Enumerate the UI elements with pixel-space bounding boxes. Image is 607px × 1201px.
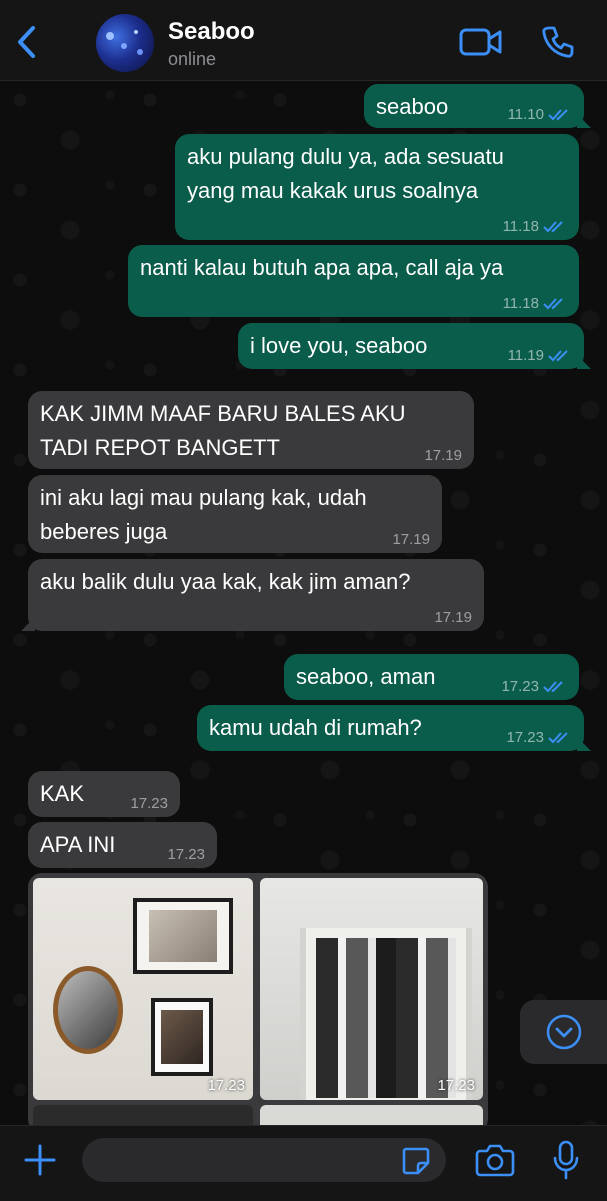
message-bubble-incoming[interactable]: aku balik dulu yaa kak, kak jim aman? 17… (21, 559, 484, 631)
message-time: 11.18 (502, 295, 539, 312)
message-time: 17.19 (434, 609, 472, 626)
double-check-icon (548, 109, 568, 121)
message-text: ini aku lagi mau pulang kak, udah bebere… (40, 485, 367, 544)
camera-button[interactable] (472, 1140, 518, 1180)
sticker-icon (402, 1147, 430, 1175)
double-check-icon (543, 681, 563, 693)
video-call-icon (459, 28, 502, 56)
phone-icon (542, 26, 574, 58)
message-bubble-outgoing[interactable]: seaboo, aman 17.23 (284, 654, 579, 700)
message-bubble-outgoing[interactable]: seaboo 11.10 (364, 84, 591, 128)
sticker-button[interactable] (398, 1144, 434, 1178)
attach-button[interactable] (18, 1138, 62, 1182)
message-input[interactable] (82, 1138, 446, 1182)
message-meta: 11.19 (508, 347, 572, 365)
message-meta: 11.10 (508, 106, 572, 124)
message-text: aku pulang dulu ya, ada sesuatu yang mau… (187, 144, 504, 203)
oval-frame (53, 966, 123, 1054)
message-time: 17.23 (167, 846, 205, 863)
message-bubble-incoming[interactable]: ini aku lagi mau pulang kak, udah bebere… (28, 475, 442, 553)
message-text: KAK JIMM MAAF BARU BALES AKU TADI REPOT … (40, 401, 406, 460)
message-text: aku balik dulu yaa kak, kak jim aman? (40, 569, 411, 594)
photo-time: 17.23 (437, 1077, 475, 1094)
microphone-icon (553, 1140, 579, 1180)
plus-icon (24, 1144, 56, 1176)
microphone-button[interactable] (546, 1138, 586, 1182)
message-meta: 11.18 (503, 218, 567, 236)
message-meta: 17.19 (392, 531, 430, 549)
clothes (316, 938, 456, 1098)
image-album[interactable]: 17.23 17.23 (28, 873, 488, 1133)
message-text: nanti kalau butuh apa apa, call aja ya (140, 255, 504, 280)
contact-status: online (168, 49, 217, 69)
message-time: 11.18 (502, 218, 539, 235)
double-check-icon (543, 298, 563, 310)
drawer (300, 928, 472, 1100)
picture-frame (133, 898, 233, 974)
message-time: 11.19 (507, 347, 544, 364)
message-bubble-incoming[interactable]: KAK JIMM MAAF BARU BALES AKU TADI REPOT … (28, 391, 474, 469)
frame-photo (161, 1010, 203, 1064)
message-time: 17.23 (130, 795, 168, 812)
video-call-button[interactable] (456, 22, 506, 62)
message-time: 11.10 (507, 106, 544, 123)
voice-call-button[interactable] (536, 22, 580, 62)
message-bubble-outgoing[interactable]: aku pulang dulu ya, ada sesuatu yang mau… (175, 134, 579, 240)
message-meta: 17.23 (501, 678, 567, 696)
message-meta: 17.23 (167, 846, 205, 864)
composer-bar (0, 1125, 607, 1201)
camera-icon (475, 1144, 515, 1177)
photo-time: 17.23 (207, 1077, 245, 1094)
message-meta: 11.18 (503, 295, 567, 313)
message-bubble-outgoing[interactable]: i love you, seaboo 11.19 (238, 323, 591, 369)
photo-thumbnail[interactable]: 17.23 (33, 878, 253, 1100)
message-time: 17.23 (501, 678, 539, 695)
double-check-icon (548, 350, 568, 362)
message-meta: 17.23 (130, 795, 168, 813)
message-meta: 17.19 (434, 609, 472, 627)
chevron-left-icon (18, 26, 35, 58)
avatar[interactable] (96, 14, 154, 72)
chevron-down-circle-icon (546, 1014, 581, 1050)
chat-header: Seaboo online (0, 0, 607, 81)
message-bubble-outgoing[interactable]: kamu udah di rumah? 17.23 (197, 705, 591, 751)
message-bubble-incoming[interactable]: KAK 17.23 (28, 771, 180, 817)
contact-name[interactable]: Seaboo (168, 18, 255, 46)
message-time: 17.19 (424, 447, 462, 464)
message-meta: 17.19 (424, 447, 462, 465)
message-time: 17.23 (506, 729, 544, 746)
frame-photo (149, 910, 217, 962)
message-time: 17.19 (392, 531, 430, 548)
back-button[interactable] (8, 20, 44, 64)
double-check-icon (548, 732, 568, 744)
message-meta: 17.23 (506, 729, 572, 747)
message-bubble-incoming[interactable]: APA INI 17.23 (28, 822, 217, 868)
picture-frame (151, 998, 213, 1076)
double-check-icon (543, 221, 563, 233)
scroll-to-bottom-button[interactable] (520, 1000, 607, 1064)
photo-thumbnail[interactable]: 17.23 (260, 878, 483, 1100)
message-bubble-outgoing[interactable]: nanti kalau butuh apa apa, call aja ya 1… (128, 245, 579, 317)
